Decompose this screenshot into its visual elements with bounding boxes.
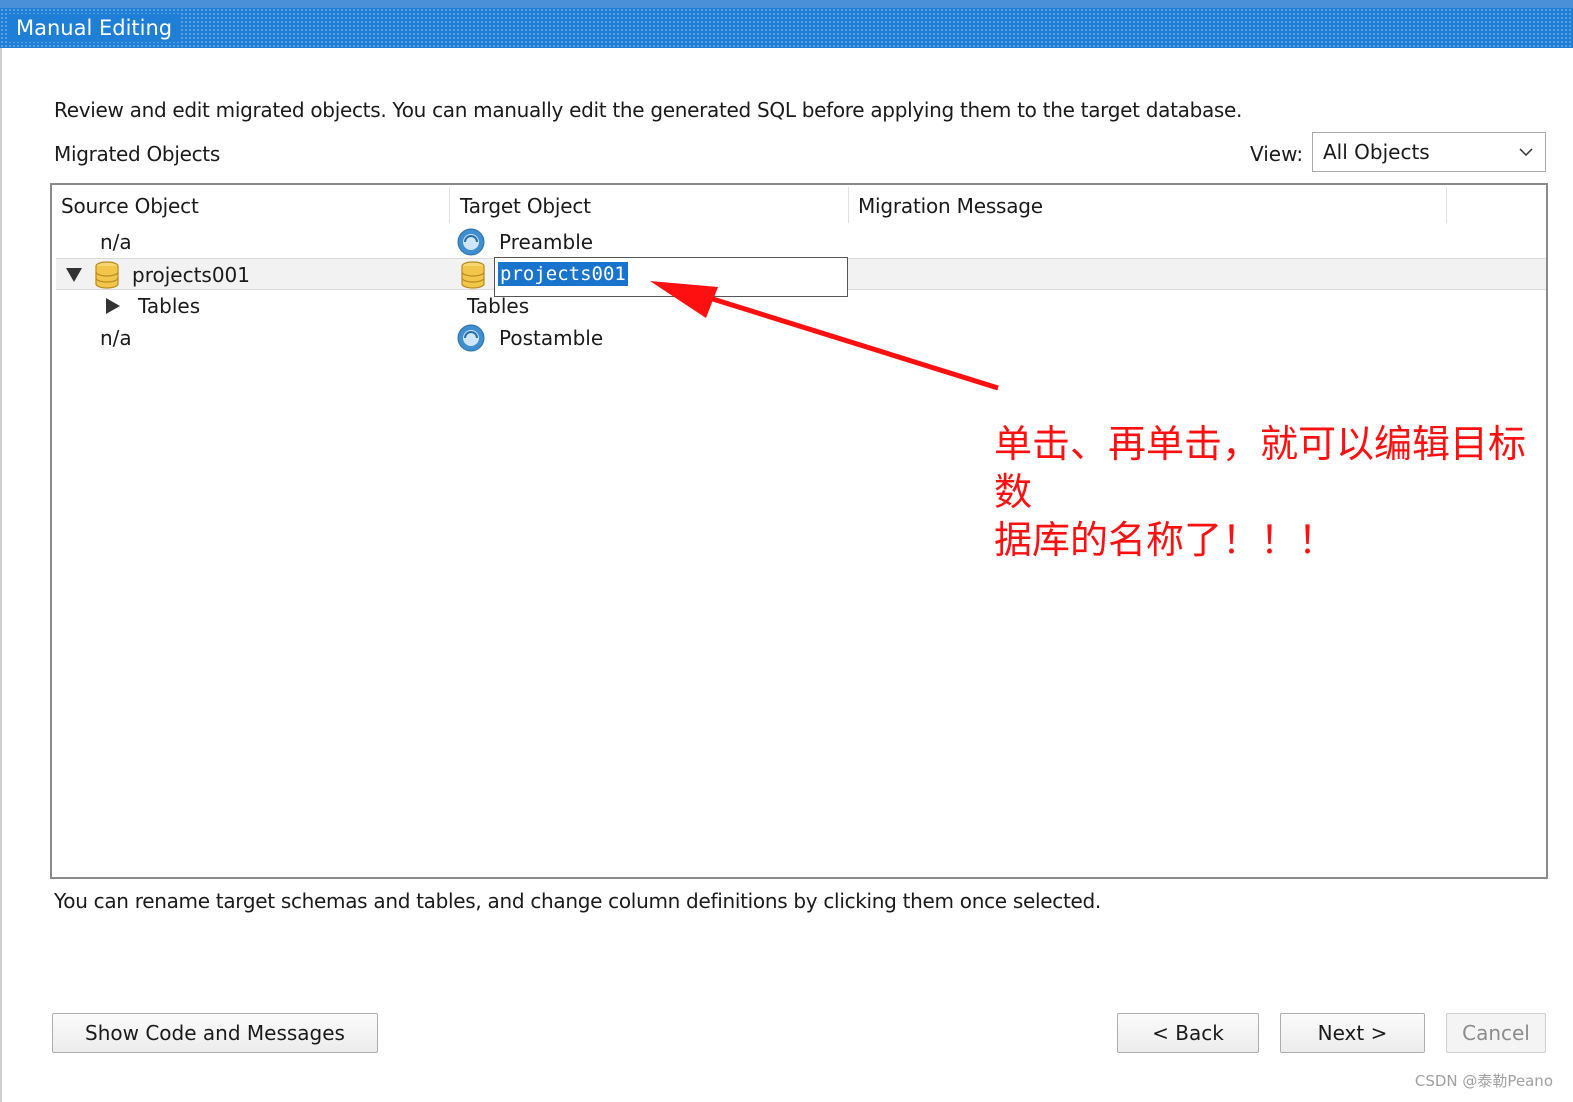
database-icon (95, 261, 119, 289)
page-description: Review and edit migrated objects. You ca… (54, 98, 1243, 122)
view-select-value: All Objects (1323, 140, 1430, 164)
back-button[interactable]: < Back (1117, 1013, 1259, 1053)
target-object-cell: Postamble (499, 326, 604, 350)
title-bar: Manual Editing (0, 8, 1573, 48)
expand-triangle-icon[interactable] (106, 298, 120, 314)
source-object-cell: Tables (138, 294, 201, 318)
target-name-edit-field[interactable]: projects001 (494, 257, 848, 297)
view-select[interactable]: All Objects (1312, 132, 1546, 172)
source-object-cell: n/a (100, 326, 132, 350)
cancel-button[interactable]: Cancel (1446, 1013, 1546, 1053)
annotation-line-1: 单击、再单击，就可以编辑目标数 (994, 422, 1527, 514)
show-code-button[interactable]: Show Code and Messages (52, 1013, 378, 1053)
column-header-target[interactable]: Target Object (460, 191, 591, 221)
script-icon (457, 228, 485, 256)
watermark: CSDN @泰勒Peano (1414, 1072, 1553, 1090)
view-label: View: (1250, 142, 1304, 166)
next-button[interactable]: Next > (1280, 1013, 1425, 1053)
database-icon (461, 261, 485, 289)
expand-triangle-icon[interactable] (66, 268, 82, 282)
migrated-objects-label: Migrated Objects (54, 142, 220, 166)
source-object-cell: n/a (100, 230, 132, 254)
chevron-down-icon (1519, 148, 1533, 157)
tree-row[interactable]: n/a Preamble (56, 226, 1546, 258)
script-icon (457, 324, 485, 352)
column-header-message[interactable]: Migration Message (858, 191, 1043, 221)
annotation-line-2: 据库的名称了！！！ (994, 518, 1337, 562)
target-object-cell: Preamble (499, 230, 594, 254)
top-strip (0, 0, 1573, 8)
tree-row[interactable]: n/a Postamble (56, 322, 1546, 354)
source-object-cell: projects001 (132, 263, 251, 287)
annotation-text: 单击、再单击，就可以编辑目标数 据库的名称了！！！ (994, 420, 1554, 564)
column-separator[interactable] (449, 187, 450, 223)
column-separator[interactable] (1446, 187, 1447, 223)
window-title: Manual Editing (8, 14, 181, 42)
rename-hint: You can rename target schemas and tables… (54, 889, 1101, 913)
column-header-source[interactable]: Source Object (61, 191, 199, 221)
column-separator[interactable] (848, 187, 849, 223)
selected-text[interactable]: projects001 (498, 262, 628, 286)
window-left-edge (0, 48, 2, 1102)
